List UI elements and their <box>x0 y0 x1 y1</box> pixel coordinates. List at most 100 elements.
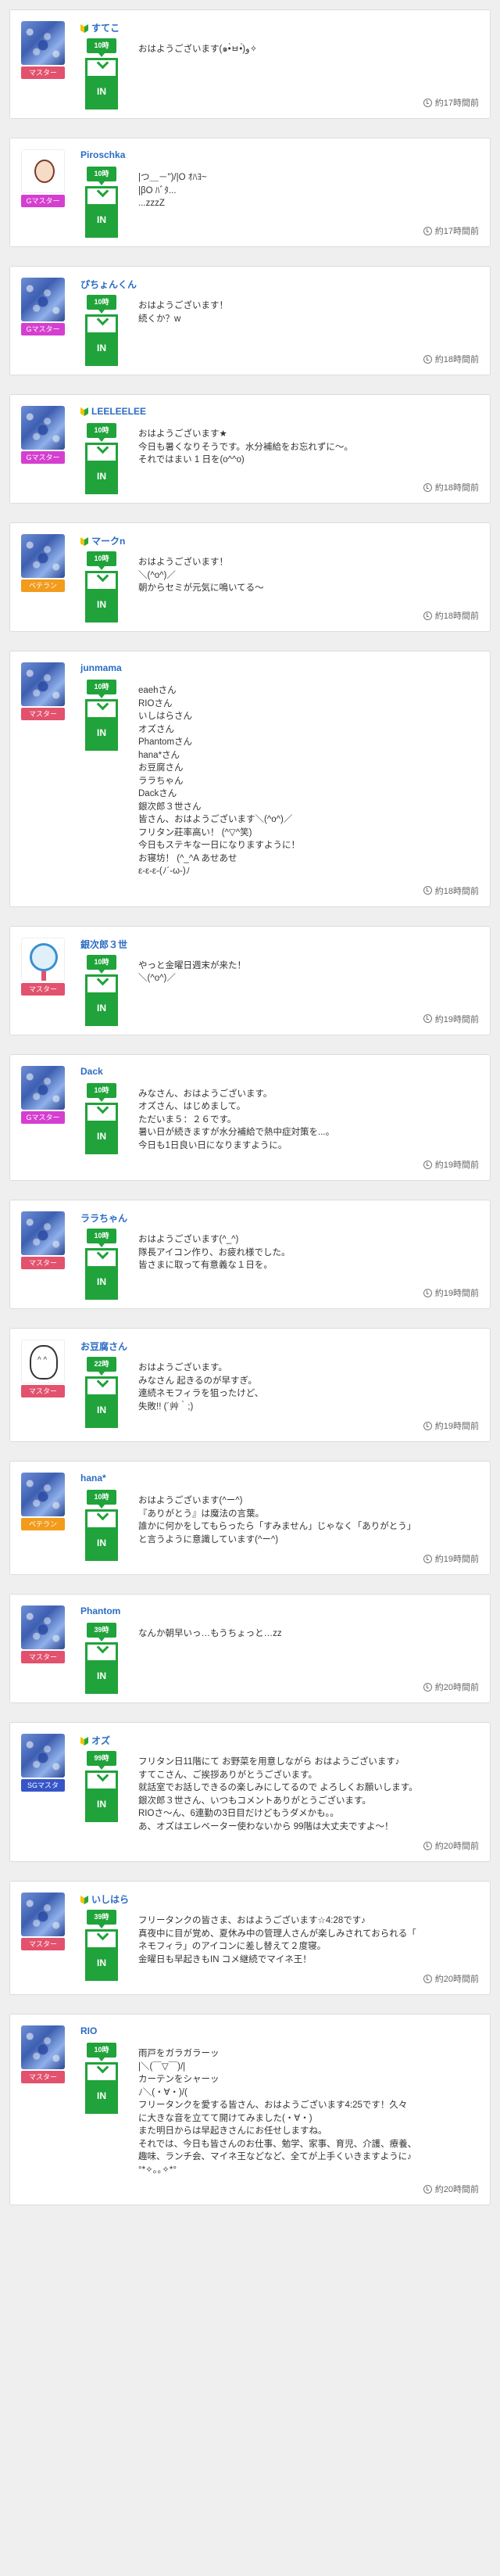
post-message: やっと金曜日週末が来た！ ＼(^o^)／ <box>138 960 246 984</box>
in-stamp-icon: IN <box>85 314 118 366</box>
user-name[interactable]: junmama <box>80 662 122 673</box>
user-name[interactable]: Dack <box>80 1066 103 1077</box>
in-label: IN <box>88 1947 116 1979</box>
user-name[interactable]: hana* <box>80 1473 106 1484</box>
user-name[interactable]: Phantom <box>80 1606 120 1616</box>
user-name[interactable]: RIO <box>80 2025 97 2036</box>
in-label: IN <box>88 1120 116 1152</box>
rank-badge: Gマスター <box>21 195 65 207</box>
checkin-time-tag: 10時 <box>87 1490 116 1509</box>
avatar-image <box>34 160 55 183</box>
avatar[interactable] <box>21 149 65 193</box>
user-name-text: 銀次郎３世 <box>80 938 128 950</box>
clock-icon <box>423 226 432 235</box>
rank-badge: マスター <box>21 1651 65 1663</box>
checkin-time-tag: 10時 <box>87 423 116 442</box>
checkin-time-tag: 10時 <box>87 954 116 974</box>
rank-badge: Gマスター <box>21 323 65 335</box>
user-name-text: Phantom <box>80 1606 121 1616</box>
post-message: eaehさん RIOさん いしはらさん オズさん Phantomさん hana*… <box>138 686 300 876</box>
user-name[interactable]: LEELEELEE <box>80 406 146 417</box>
post-time-text: 約20時間前 <box>434 1683 479 1692</box>
rank-badge: マスター <box>21 982 65 996</box>
user-name[interactable]: Piroschka <box>80 149 125 160</box>
in-label: IN <box>88 2080 116 2111</box>
user-name-text: お豆腐さん <box>80 1341 128 1352</box>
post-time-text: 約19時間前 <box>434 1422 479 1431</box>
post-time-text: 約20時間前 <box>434 1975 479 1984</box>
avatar[interactable] <box>21 406 65 450</box>
checkin-time-tag: 39時 <box>87 1910 116 1928</box>
avatar[interactable] <box>21 662 65 706</box>
post-card-3: Gマスター LEELEELEE 10時 IN おはようございます★ 今日も暑くな… <box>9 394 491 504</box>
post-card-6: マスター 銀次郎３世 10時 IN やっと金曜日週末が来た！ ＼(^o^)／ 約… <box>9 925 491 1035</box>
clock-icon <box>423 2184 432 2194</box>
post-card-1: Gマスター Piroschka 10時 IN |つ＿－")/|O ｵﾊﾖ~ |β… <box>9 138 491 247</box>
post-time: 約19時間前 <box>21 1158 479 1171</box>
clock-icon <box>423 1014 432 1023</box>
avatar[interactable] <box>21 278 65 321</box>
rank-badge: マスター <box>21 1938 65 1950</box>
avatar[interactable] <box>21 1606 65 1649</box>
rank-badge: ベテラン <box>21 1518 65 1530</box>
avatar[interactable] <box>21 1340 65 1383</box>
user-name-text: hana* <box>80 1473 106 1484</box>
in-label: IN <box>88 461 116 492</box>
avatar-image <box>30 1345 58 1379</box>
in-stamp-icon: IN <box>85 1248 118 1300</box>
in-stamp-icon: IN <box>85 1929 118 1981</box>
avatar[interactable] <box>21 2025 65 2069</box>
post-time-text: 約19時間前 <box>434 1014 479 1024</box>
clock-icon <box>423 1160 432 1169</box>
in-label: IN <box>88 1788 116 1820</box>
clock-icon <box>423 483 432 492</box>
in-stamp-icon: IN <box>85 1642 118 1694</box>
user-column: ベテラン <box>21 534 71 592</box>
post-message: おはようございます！ 続くか？w <box>138 301 228 324</box>
checkin-time-tag: 99時 <box>87 1751 116 1770</box>
user-column: Gマスター <box>21 1065 71 1124</box>
post-time-text: 約18時間前 <box>434 612 479 621</box>
user-name-text: すてこ <box>91 23 120 34</box>
in-stamp-icon: IN <box>85 1376 118 1428</box>
rank-badge: SGマスタ <box>21 1779 65 1792</box>
avatar[interactable] <box>21 1893 65 1936</box>
post-time-text: 約19時間前 <box>434 1161 479 1170</box>
in-label: IN <box>88 76 116 107</box>
post-card-0: マスター すてこ 10時 IN おはようございます(๑•̀ㅂ•́)و✧ 約17時… <box>9 9 491 119</box>
user-name-text: LEELEELEE <box>91 406 147 417</box>
post-card-13: マスター いしはら 39時 IN フリータンクの皆さま、おはようございます☆4:… <box>9 1881 491 1995</box>
avatar[interactable] <box>21 534 65 578</box>
avatar[interactable] <box>21 1734 65 1778</box>
in-label: IN <box>88 1660 116 1692</box>
user-name-text: RIO <box>80 2025 98 2036</box>
user-name[interactable]: いしはら <box>80 1893 129 1906</box>
user-name[interactable]: ぴちょんくん <box>80 278 137 291</box>
user-name[interactable]: マークn <box>80 534 125 547</box>
in-stamp-icon: IN <box>85 443 118 494</box>
user-name[interactable]: すてこ <box>80 21 120 34</box>
post-card-8: マスター ララちゃん 10時 IN おはようございます(^_^) 隊長アイコン作… <box>9 1200 491 1309</box>
rank-badge: マスター <box>21 1385 65 1397</box>
avatar[interactable] <box>21 1473 65 1516</box>
user-name-text: Piroschka <box>80 149 126 160</box>
user-name-text: いしはら <box>91 1894 130 1905</box>
post-card-14: マスター RIO 10時 IN 雨戸をガラガラーッ |＼(￣▽￣)/| カーテン… <box>9 2014 491 2205</box>
rank-badge: マスター <box>21 1257 65 1269</box>
user-name[interactable]: ララちゃん <box>80 1211 127 1225</box>
avatar[interactable] <box>21 1065 65 1110</box>
user-column: マスター <box>21 937 71 996</box>
avatar[interactable] <box>21 937 65 981</box>
user-column: Gマスター <box>21 406 71 464</box>
user-name[interactable]: 銀次郎３世 <box>80 938 127 951</box>
post-time-text: 約18時間前 <box>434 886 479 896</box>
user-name-text: マークn <box>91 536 126 547</box>
in-stamp-icon: IN <box>85 571 118 622</box>
user-name[interactable]: オズ <box>80 1734 110 1747</box>
rank-badge: マスター <box>21 708 65 720</box>
checkin-time-tag: 10時 <box>87 2043 116 2061</box>
avatar[interactable] <box>21 21 65 65</box>
user-name[interactable]: お豆腐さん <box>80 1340 127 1353</box>
post-time-text: 約17時間前 <box>434 99 479 108</box>
avatar[interactable] <box>21 1211 65 1255</box>
